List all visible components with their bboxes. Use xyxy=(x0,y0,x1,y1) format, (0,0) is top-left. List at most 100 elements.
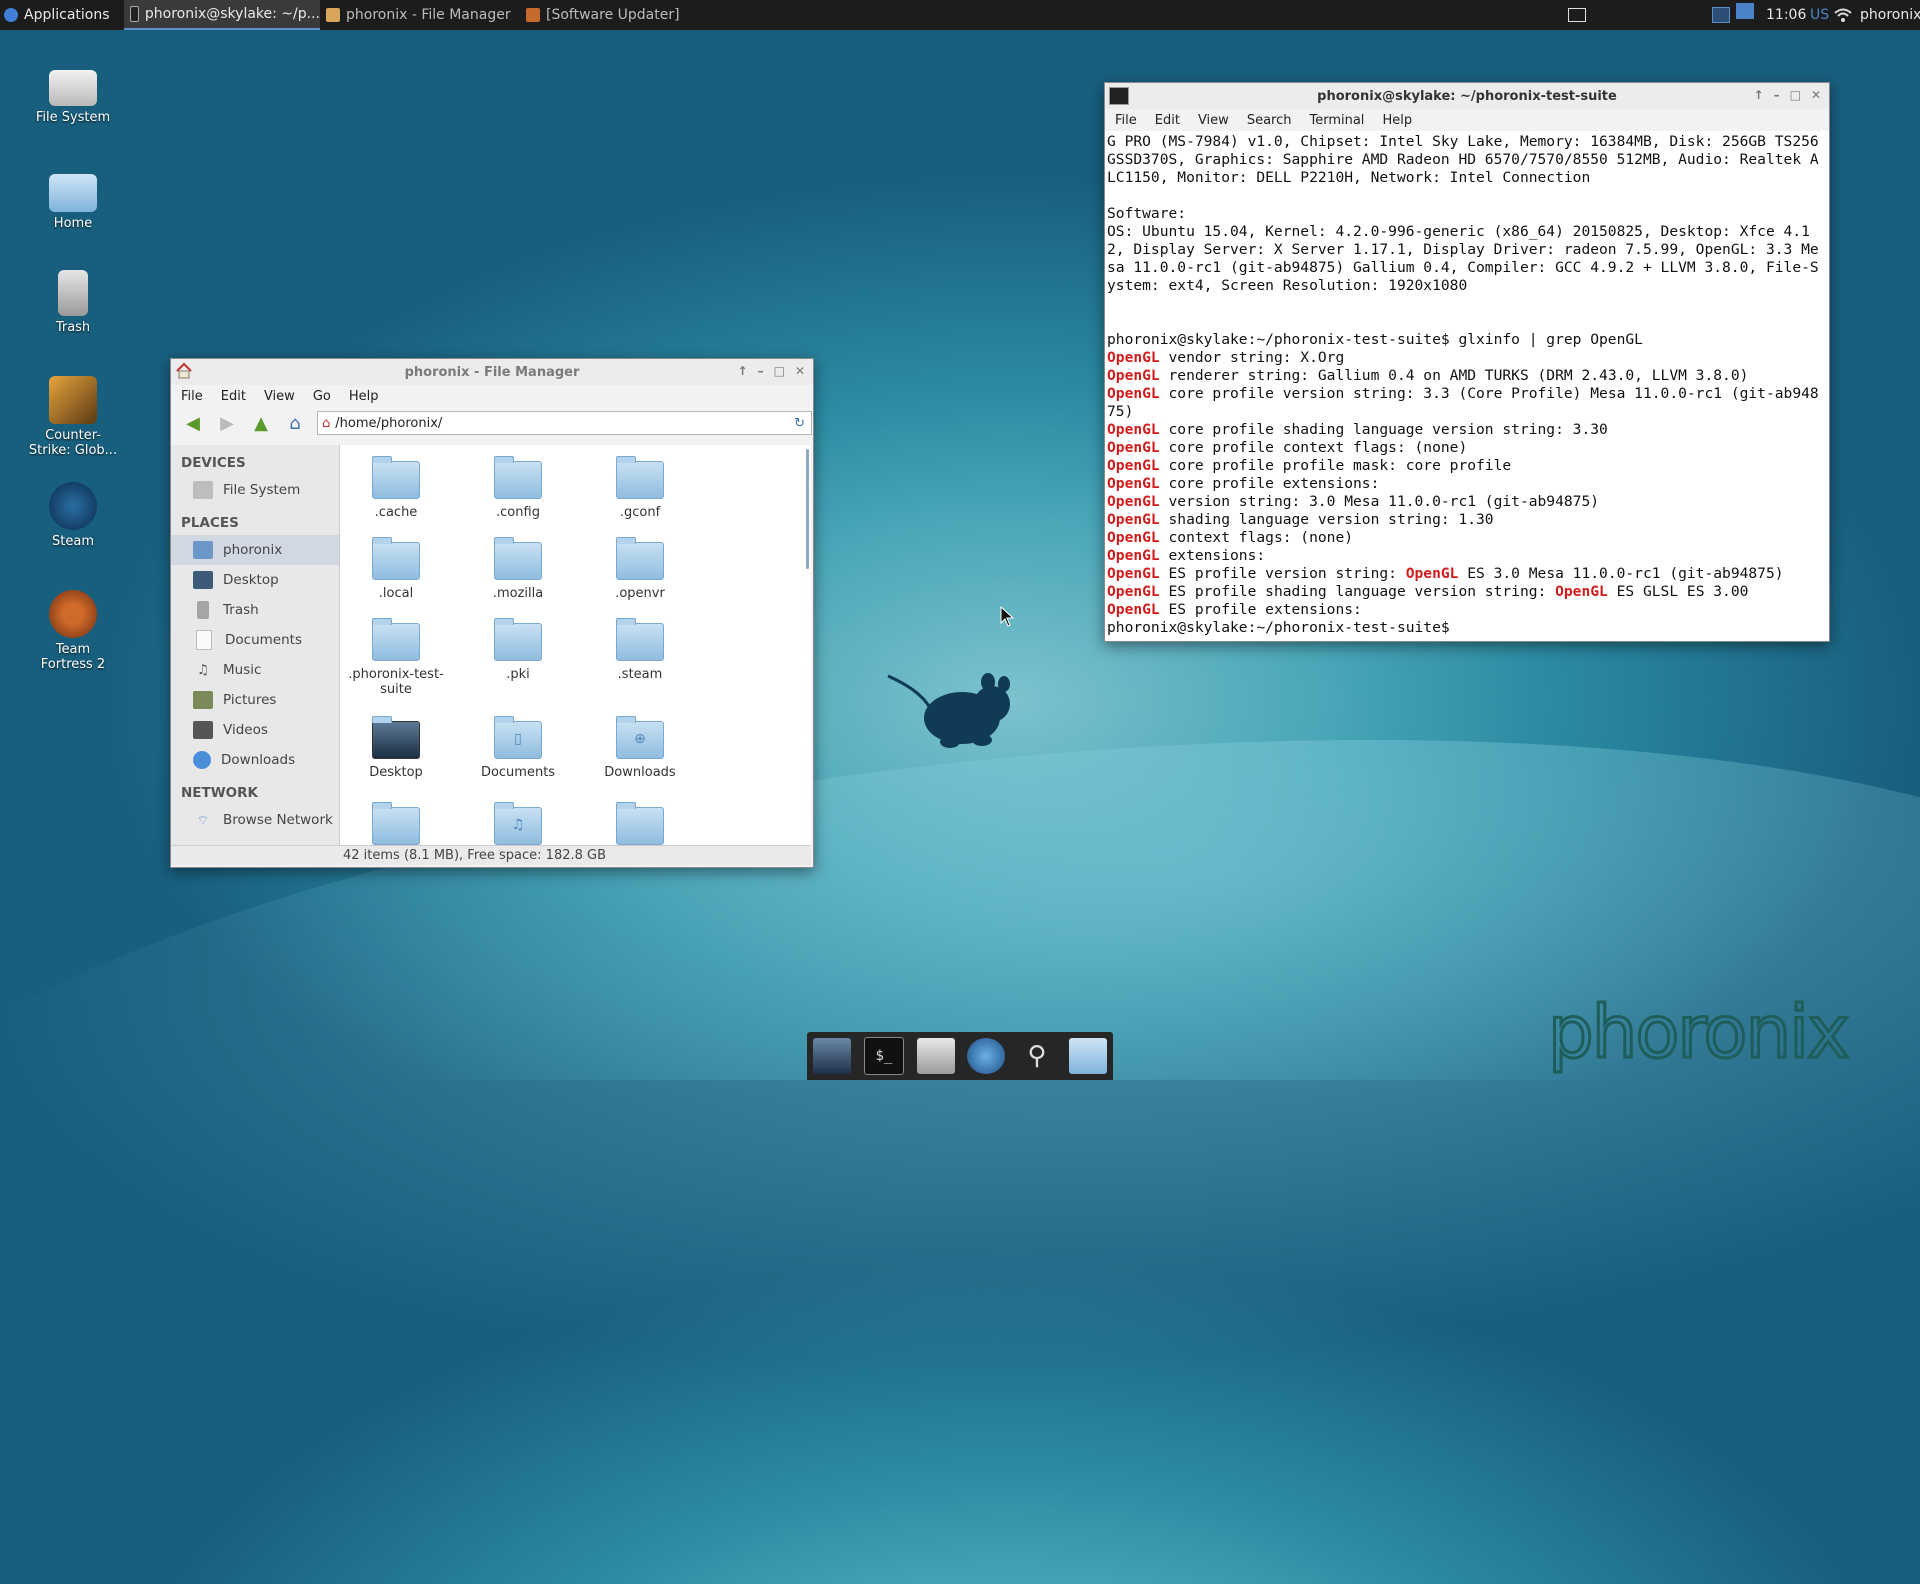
up-arrow-icon[interactable]: ▲ xyxy=(249,412,273,434)
folder-item[interactable]: .mozilla xyxy=(458,537,578,601)
menu-edit[interactable]: Edit xyxy=(1155,113,1180,128)
folder-item[interactable]: ⊕ Downloads xyxy=(580,716,700,780)
show-desktop-icon[interactable] xyxy=(813,1038,852,1074)
menu-terminal[interactable]: Terminal xyxy=(1309,113,1364,128)
menu-view[interactable]: View xyxy=(264,389,295,404)
close-button[interactable]: ✕ xyxy=(795,364,805,378)
minimize-button[interactable]: – xyxy=(758,364,764,378)
search-icon[interactable]: ⚲ xyxy=(1018,1038,1056,1074)
desktop-icon-counter-strike[interactable]: Counter-Strike: Glob... xyxy=(18,376,128,458)
file-manager-titlebar[interactable]: phoronix - File Manager ↑ – □ ✕ xyxy=(171,359,813,385)
sidebar-item-desktop[interactable]: Desktop xyxy=(171,565,339,595)
keyboard-layout[interactable]: US xyxy=(1810,0,1829,30)
music-folder-icon: ♫ xyxy=(494,802,542,845)
folder-item[interactable]: .openvr xyxy=(580,537,700,601)
workspace-2[interactable] xyxy=(1736,3,1754,19)
menu-help[interactable]: Help xyxy=(1382,113,1412,128)
menu-view[interactable]: View xyxy=(1198,113,1229,128)
desktop-icon-trash[interactable]: Trash xyxy=(18,270,128,335)
desktop-icon-file-system[interactable]: File System xyxy=(18,62,128,125)
menu-file[interactable]: File xyxy=(181,389,203,404)
workspace-1[interactable] xyxy=(1712,7,1730,23)
close-button[interactable]: ✕ xyxy=(1811,88,1821,102)
home-folder-icon[interactable] xyxy=(916,1038,955,1074)
home-button-icon[interactable]: ⌂ xyxy=(283,412,307,434)
sidebar-item-file-system[interactable]: File System xyxy=(171,475,339,505)
menu-edit[interactable]: Edit xyxy=(221,389,246,404)
desktop-icon-steam[interactable]: Steam xyxy=(18,482,128,549)
folder-item[interactable]: Desktop xyxy=(340,716,456,780)
applications-menu[interactable]: Applications xyxy=(4,0,110,30)
downloads-folder-icon: ⊕ xyxy=(616,716,664,759)
desktop-icon-home[interactable]: Home xyxy=(18,168,128,231)
terminal-titlebar[interactable]: phoronix@skylake: ~/phoronix-test-suite … xyxy=(1105,83,1829,109)
sidebar-item-label: Desktop xyxy=(223,572,279,588)
sidebar-item-downloads[interactable]: Downloads xyxy=(171,745,339,775)
sidebar-item-pictures[interactable]: Pictures xyxy=(171,685,339,715)
keep-above-button[interactable]: ↑ xyxy=(1754,88,1764,102)
opengl-keyword: OpenGL xyxy=(1107,565,1160,582)
task-terminal[interactable]: phoronix@skylake: ~/p... xyxy=(124,0,320,30)
terminal-icon[interactable]: $_ xyxy=(863,1037,904,1075)
reload-icon[interactable]: ↻ xyxy=(794,416,805,431)
music-icon: ♫ xyxy=(196,662,210,678)
terminal-line: OpenGL core profile context flags: (none… xyxy=(1107,439,1827,457)
terminal-line: OpenGL core profile shading language ver… xyxy=(1107,421,1827,439)
sidebar-item-browse-network[interactable]: ⌔ Browse Network xyxy=(171,805,339,835)
sidebar-item-documents[interactable]: Documents xyxy=(171,625,339,655)
folder-item[interactable]: .pki xyxy=(458,618,578,682)
menu-help[interactable]: Help xyxy=(349,389,379,404)
task-file-manager[interactable]: phoronix - File Manager xyxy=(326,0,511,30)
sidebar-item-phoronix[interactable]: phoronix xyxy=(171,535,339,565)
folder-item[interactable] xyxy=(340,802,456,845)
workspace-switcher[interactable] xyxy=(1712,0,1754,30)
drive-icon xyxy=(193,481,213,499)
opengl-keyword: OpenGL xyxy=(1107,421,1160,438)
folder-icon xyxy=(616,802,664,845)
sidebar-item-videos[interactable]: Videos xyxy=(171,715,339,745)
wifi-icon[interactable] xyxy=(1834,0,1852,30)
location-bar[interactable]: ⌂ /home/phoronix/ ↻ xyxy=(317,411,812,435)
updater-icon xyxy=(526,8,540,22)
task-software-updater[interactable]: [Software Updater] xyxy=(526,0,680,30)
folder-item[interactable]: .config xyxy=(458,456,578,520)
user-menu[interactable]: phoronix xyxy=(1860,0,1920,30)
keep-above-button[interactable]: ↑ xyxy=(738,364,748,378)
csgo-icon xyxy=(49,376,97,424)
menu-search[interactable]: Search xyxy=(1247,113,1292,128)
scrollbar[interactable] xyxy=(806,449,809,569)
file-manager-icon[interactable] xyxy=(1068,1038,1107,1074)
terminal-line: phoronix@skylake:~/phoronix-test-suite$ xyxy=(1107,619,1450,636)
sidebar-item-label: Music xyxy=(223,662,262,678)
menu-go[interactable]: Go xyxy=(313,389,331,404)
web-browser-icon[interactable] xyxy=(967,1038,1006,1074)
folder-icon xyxy=(494,618,542,661)
folder-item[interactable] xyxy=(580,802,700,845)
desktop-icon-team-fortress-2[interactable]: Team Fortress 2 xyxy=(18,590,128,672)
folder-item[interactable]: ▯ Documents xyxy=(458,716,578,780)
sidebar-item-trash[interactable]: Trash xyxy=(171,595,339,625)
maximize-button[interactable]: □ xyxy=(1790,88,1801,102)
folder-item[interactable]: ♫ xyxy=(458,802,578,845)
terminal-line: phoronix@skylake:~/phoronix-test-suite$ … xyxy=(1107,331,1643,348)
top-panel: Applications phoronix@skylake: ~/p... ph… xyxy=(0,0,1920,30)
minimize-button[interactable]: – xyxy=(1774,88,1780,102)
back-arrow-icon[interactable]: ◀ xyxy=(181,412,205,434)
terminal-output[interactable]: G PRO (MS-7984) v1.0, Chipset: Intel Sky… xyxy=(1105,131,1829,641)
file-view[interactable]: .cache .config .gconf .local .mozilla .o… xyxy=(340,445,811,845)
clock[interactable]: 11:06 xyxy=(1766,0,1806,30)
desktop-icon-label: Steam xyxy=(52,534,94,549)
maximize-button[interactable]: □ xyxy=(774,364,785,378)
folder-item[interactable]: .steam xyxy=(580,618,700,682)
terminal-text: ES profile extensions: xyxy=(1159,601,1362,618)
folder-item[interactable]: .local xyxy=(340,537,456,601)
folder-item[interactable]: .phoronix-test-suite xyxy=(340,618,456,697)
show-desktop-button[interactable] xyxy=(1568,0,1586,30)
terminal-line: OpenGL renderer string: Gallium 0.4 on A… xyxy=(1107,367,1827,385)
menu-file[interactable]: File xyxy=(1115,113,1137,128)
folder-item[interactable]: .cache xyxy=(340,456,456,520)
sidebar-item-music[interactable]: ♫ Music xyxy=(171,655,339,685)
folder-item[interactable]: .gconf xyxy=(580,456,700,520)
forward-arrow-icon[interactable]: ▶ xyxy=(215,412,239,434)
folder-icon xyxy=(616,618,664,661)
